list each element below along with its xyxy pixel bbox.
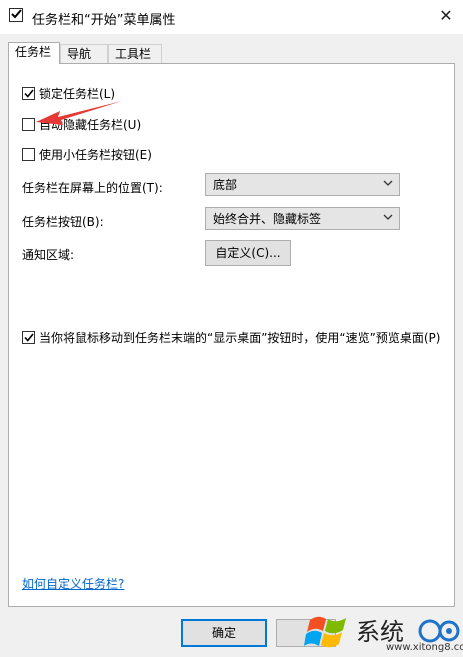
close-icon: ✕ [439, 6, 453, 25]
taskbar-properties-icon [9, 8, 23, 22]
taskbar-location-value: 底部 [213, 178, 238, 192]
xitong8-logo-icon [418, 619, 460, 643]
customize-notification-button[interactable]: 自定义(C)... [205, 240, 291, 266]
taskbar-buttons-label: 任务栏按钮(B): [22, 215, 104, 229]
small-buttons-label: 使用小任务栏按钮(E) [39, 148, 152, 162]
tab-navigation[interactable]: 导航 [60, 44, 108, 63]
red-arrow-annotation [36, 101, 122, 125]
tab-toolbars[interactable]: 工具栏 [108, 44, 162, 63]
checkmark-icon [24, 89, 34, 98]
chevron-down-icon [383, 214, 393, 220]
window-title: 任务栏和“开始”菜单属性 [32, 13, 176, 28]
xitong8-watermark: 系统 www.xitong8.com [300, 606, 463, 657]
taskbar-location-select[interactable]: 底部 [205, 173, 400, 196]
how-to-customize-link[interactable]: 如何自定义任务栏? [22, 575, 124, 592]
checkmark-icon [24, 333, 34, 342]
watermark-url: www.xitong8.com [386, 642, 463, 653]
ok-button[interactable]: 确定 [181, 619, 267, 647]
notification-area-label: 通知区域: [22, 248, 75, 262]
small-buttons-checkbox[interactable] [22, 148, 35, 161]
peek-desktop-checkbox[interactable] [22, 331, 35, 344]
taskbar-buttons-value: 始终合并、隐藏标签 [213, 212, 322, 226]
taskbar-buttons-select[interactable]: 始终合并、隐藏标签 [205, 207, 400, 230]
tab-taskbar[interactable]: 任务栏 [8, 42, 60, 64]
title-bar: 任务栏和“开始”菜单属性 ✕ [0, 0, 463, 34]
chevron-down-icon [383, 180, 393, 186]
taskbar-location-label: 任务栏在屏幕上的位置(T): [22, 181, 163, 195]
windows-logo-icon [304, 616, 346, 648]
close-button[interactable]: ✕ [437, 7, 455, 25]
peek-desktop-label: 当你将鼠标移动到任务栏末端的“显示桌面”按钮时，使用“速览”预览桌面(P) [39, 331, 441, 345]
